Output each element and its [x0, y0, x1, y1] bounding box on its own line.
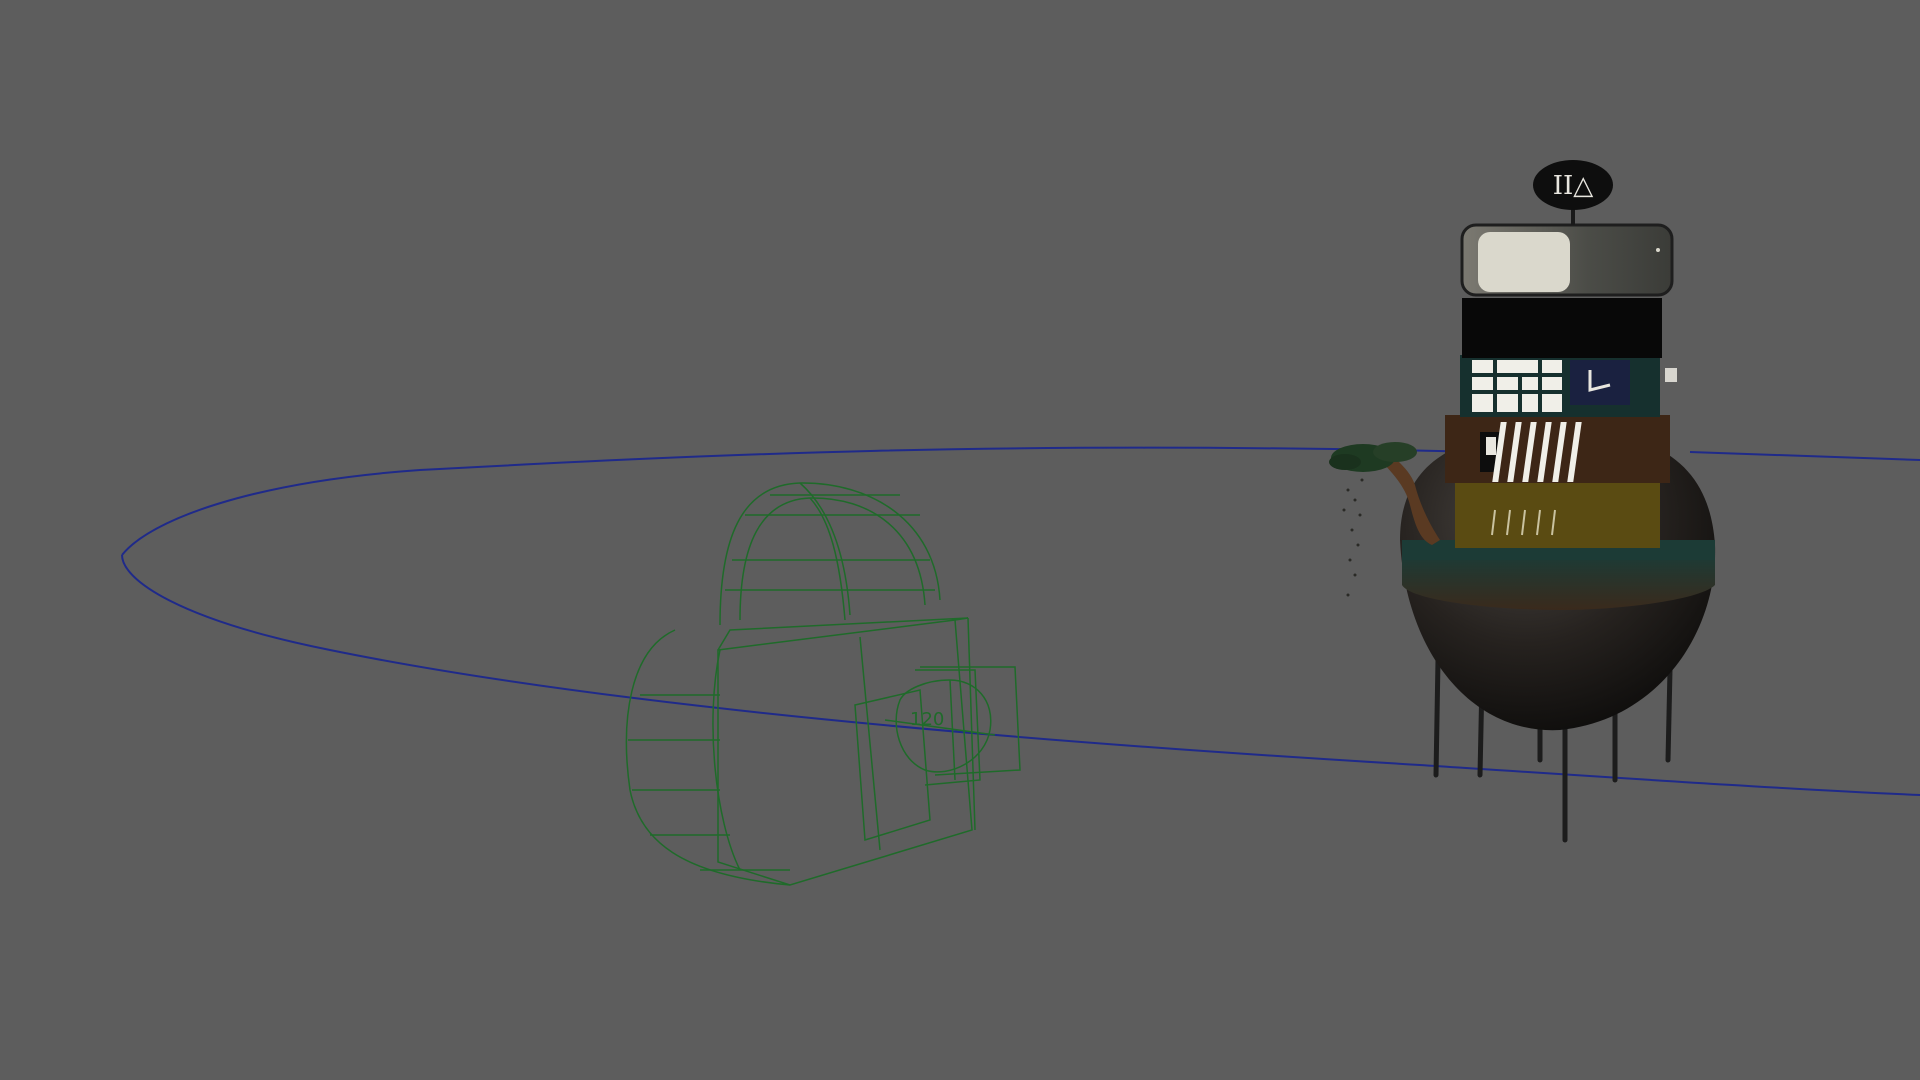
camera-label: 120	[910, 709, 944, 730]
floating-island-model[interactable]: II△	[1329, 160, 1716, 843]
floor-ground	[1455, 478, 1660, 548]
camera-wireframe-icon[interactable]	[625, 482, 1021, 886]
roof-sign-text: II△	[1553, 171, 1594, 201]
3d-viewport[interactable]: 120 II△	[0, 0, 1920, 1080]
motion-path-right-back[interactable]	[1689, 451, 1920, 461]
floor-third-poster	[1570, 360, 1630, 405]
floor-third-window-grid	[1472, 360, 1562, 412]
viewport-scene[interactable]: 120 II△	[0, 0, 1920, 1080]
motion-path-back[interactable]	[121, 446, 1481, 556]
floor-fourth	[1462, 298, 1662, 358]
